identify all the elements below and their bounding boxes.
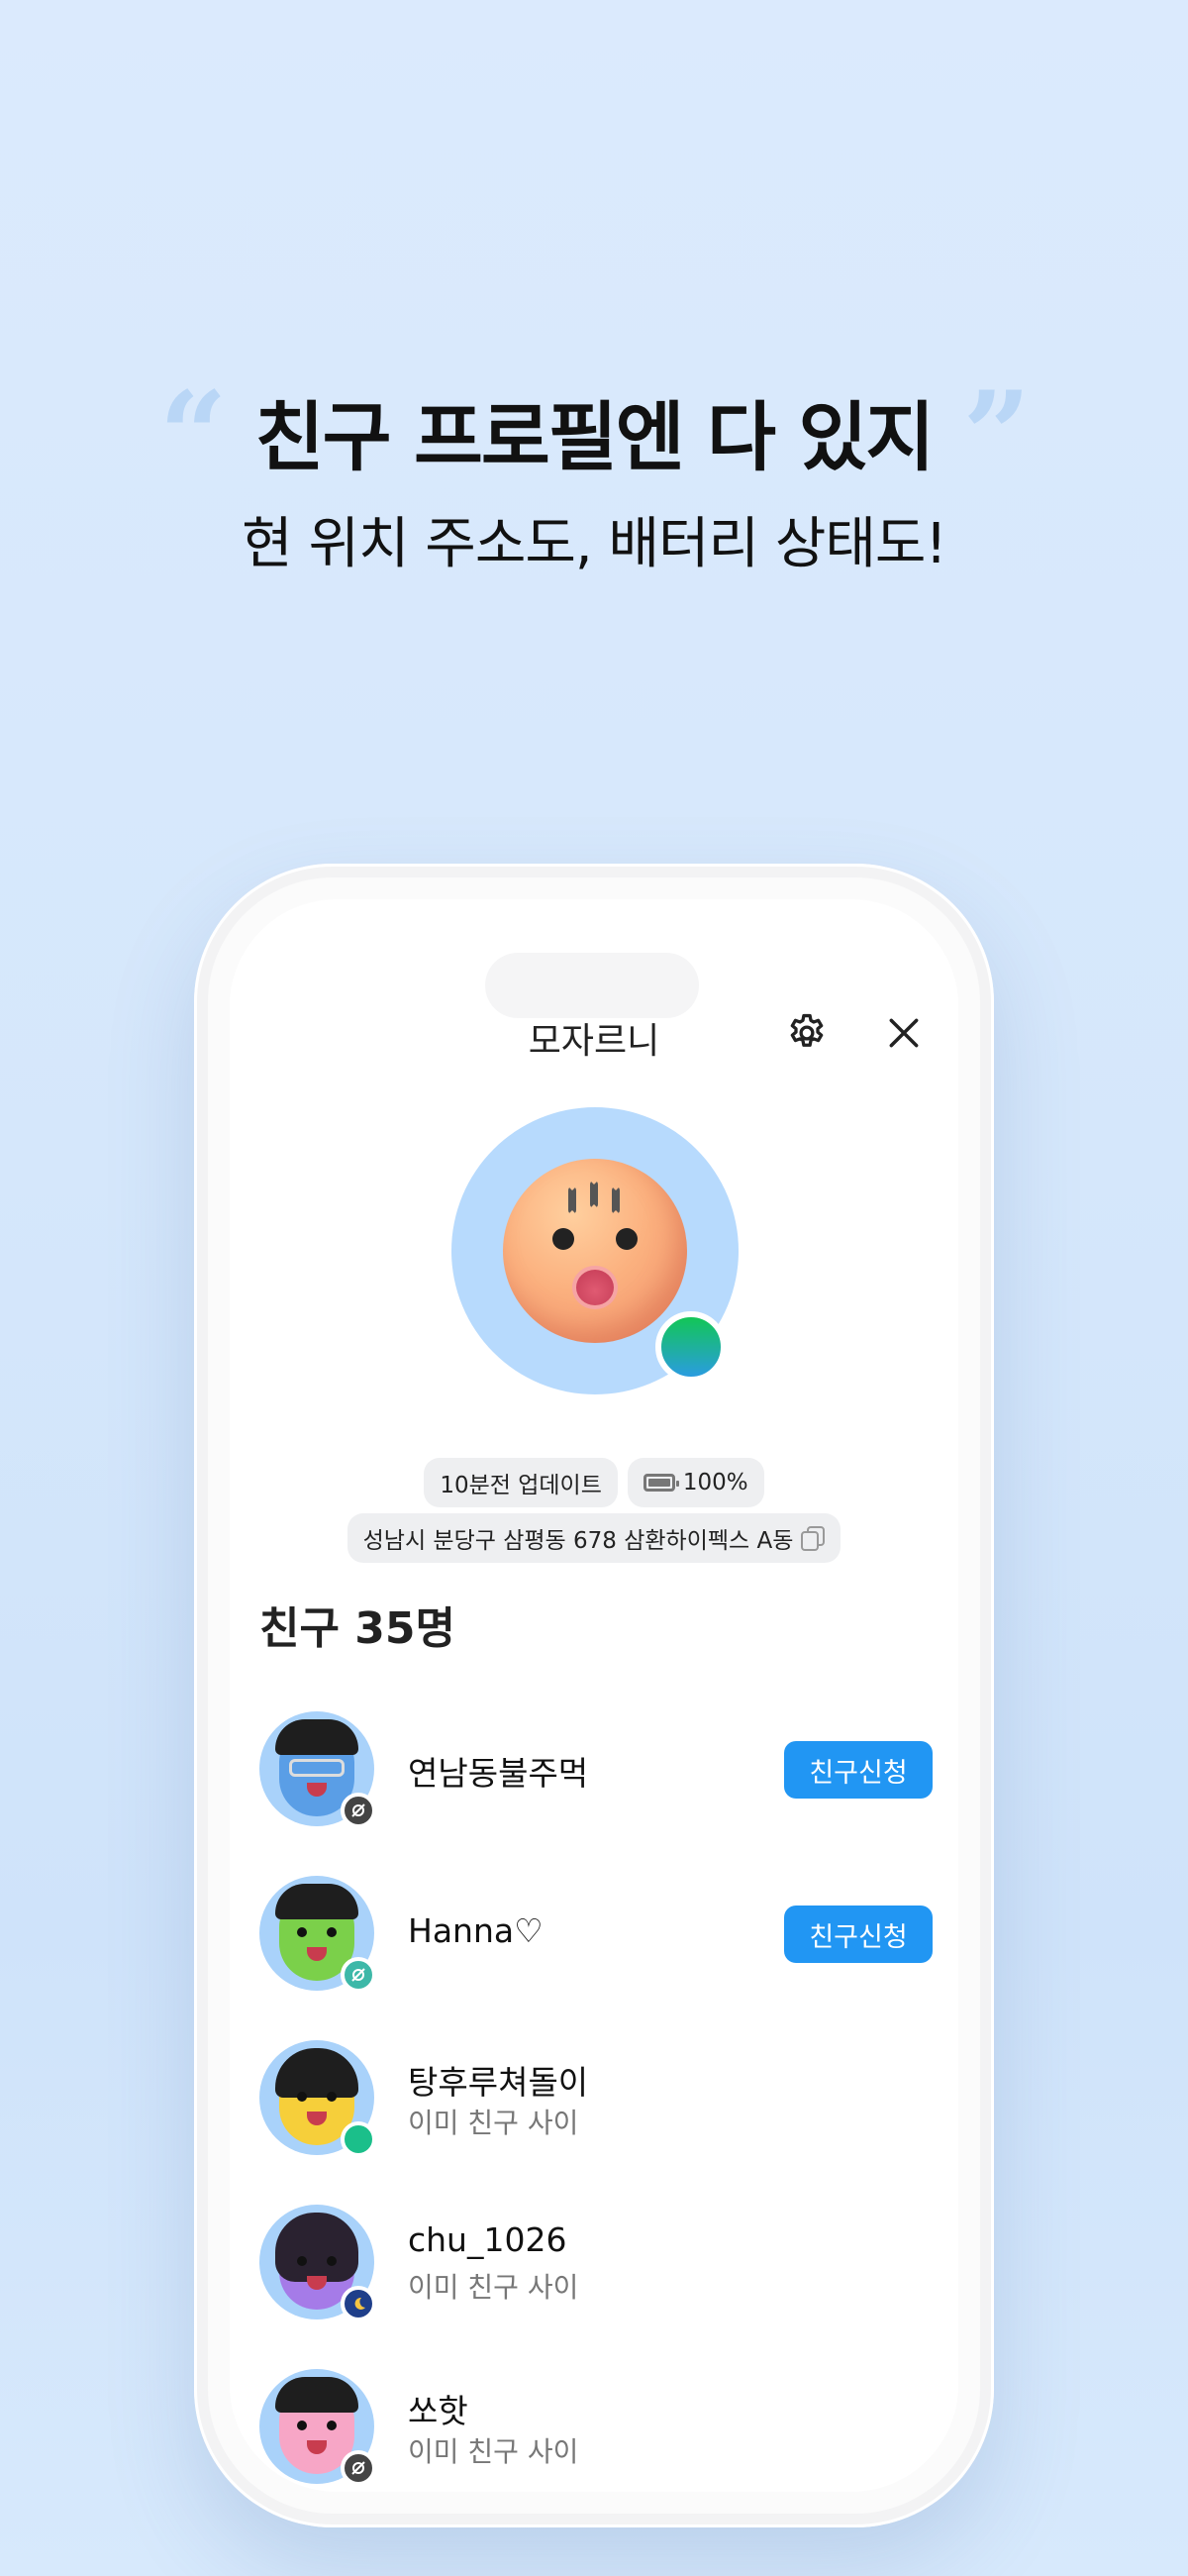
friend-name: 탕후루쳐돌이 — [408, 2063, 589, 2102]
avatar-hair — [275, 1719, 358, 1755]
copy-icon-front — [801, 1531, 820, 1551]
avatar-hair — [275, 2213, 358, 2282]
list-item[interactable]: chu_1026 이미 친구 사이 — [259, 2205, 933, 2369]
headline-title: 친구 프로필엔 다 있지 — [254, 393, 936, 481]
address-chip[interactable]: 성남시 분당구 삼평동 678 삼환하이펙스 A동 — [346, 1513, 842, 1563]
list-item[interactable]: 쏘핫 이미 친구 사이 — [259, 2369, 933, 2492]
online-status-dot — [655, 1311, 727, 1383]
friend-status-text: 이미 친구 사이 — [408, 2107, 579, 2139]
avatar-eye — [297, 2092, 307, 2102]
friend-status-text: 이미 친구 사이 — [408, 2271, 579, 2304]
close-quote-icon: ” — [962, 365, 1031, 505]
open-quote-icon: “ — [158, 365, 228, 505]
profile-avatar[interactable] — [451, 1107, 739, 1394]
top-bar: 모자르니 — [230, 998, 958, 1068]
friend-name: 쏘핫 — [408, 2392, 468, 2430]
avatar-eye — [297, 1927, 307, 1937]
avatar-hair — [275, 2377, 358, 2413]
avatar-hair — [275, 1884, 358, 1919]
offline-badge-icon — [341, 1793, 376, 1828]
avatar — [259, 2040, 376, 2157]
settings-button[interactable] — [782, 1008, 832, 1058]
close-button[interactable] — [879, 1008, 929, 1058]
headline-subtitle: 현 위치 주소도, 배터리 상태도! — [242, 512, 947, 576]
friends-count-title: 친구 35명 — [259, 1603, 455, 1654]
list-item[interactable]: 탕후루쳐돌이 이미 친구 사이 — [259, 2040, 933, 2205]
avatar-eye — [297, 2256, 307, 2266]
battery-chip: 100% — [627, 1458, 764, 1507]
glasses-icon — [289, 1759, 345, 1777]
headline-title-row: “ 친구 프로필엔 다 있지 ” — [0, 365, 1188, 505]
offline-badge-icon — [341, 1957, 376, 1993]
avatar-eye — [327, 1927, 337, 1937]
friend-status-text: 이미 친구 사이 — [408, 2435, 579, 2468]
headline: “ 친구 프로필엔 다 있지 ” 현 위치 주소도, 배터리 상태도! — [0, 376, 1188, 579]
avatar-eye — [616, 1228, 638, 1250]
online-badge-icon — [341, 2121, 376, 2157]
phone-screen: 모자르니 10분전 업데이트 100% 성남시 분당구 삼평동 678 삼환하이… — [230, 899, 958, 2492]
hair-strand — [612, 1186, 620, 1214]
hair-strand — [590, 1181, 598, 1208]
hair-strand — [568, 1186, 576, 1214]
update-time-chip: 10분전 업데이트 — [424, 1458, 618, 1507]
friend-request-button[interactable]: 친구신청 — [784, 1906, 933, 1963]
close-icon — [889, 1018, 919, 1048]
phone-frame: 모자르니 10분전 업데이트 100% 성남시 분당구 삼평동 678 삼환하이… — [194, 864, 994, 2527]
friend-request-button[interactable]: 친구신청 — [784, 1741, 933, 1799]
list-item[interactable]: Hanna♡ 친구신청 — [259, 1876, 933, 2040]
list-item[interactable]: 연남동불주먹 친구신청 — [259, 1711, 933, 1876]
friend-name: Hanna♡ — [408, 1911, 544, 1950]
avatar-face — [503, 1159, 687, 1343]
friend-list: 연남동불주먹 친구신청 Hanna♡ 친구신청 탕후루쳐돌이 이미 친구 사이 … — [259, 1711, 933, 2492]
avatar — [259, 2369, 376, 2486]
avatar-eye — [327, 2421, 337, 2430]
avatar — [259, 1711, 376, 1828]
friend-name: chu_1026 — [408, 2220, 567, 2259]
copy-icon[interactable] — [801, 1526, 826, 1551]
avatar-eye — [297, 2421, 307, 2430]
address-row: 성남시 분당구 삼평동 678 삼환하이펙스 A동 — [230, 1513, 958, 1563]
moon-badge-icon — [341, 2286, 376, 2321]
address-label: 성남시 분당구 삼평동 678 삼환하이펙스 A동 — [362, 1528, 794, 1554]
avatar-hair — [275, 2048, 358, 2098]
status-chips: 10분전 업데이트 100% — [230, 1458, 958, 1507]
offline-badge-icon — [341, 2450, 376, 2486]
avatar-eye — [327, 2256, 337, 2266]
profile-name: 모자르니 — [528, 1021, 660, 1062]
gear-icon — [790, 1013, 824, 1047]
battery-label: 100% — [682, 1470, 748, 1495]
update-time-label: 10분전 업데이트 — [440, 1473, 602, 1498]
battery-icon — [643, 1474, 679, 1492]
avatar — [259, 1876, 376, 1993]
avatar-eye — [552, 1228, 574, 1250]
avatar — [259, 2205, 376, 2321]
friend-name: 연남동불주먹 — [408, 1754, 589, 1793]
avatar-mouth — [572, 1266, 618, 1309]
avatar-eye — [327, 2092, 337, 2102]
